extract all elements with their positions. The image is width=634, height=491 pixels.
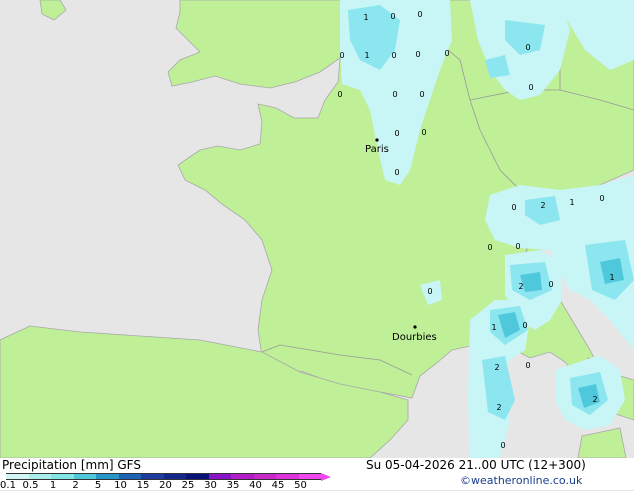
legend-tick-label: 2 — [72, 480, 79, 491]
precip-label: 0 — [391, 51, 396, 60]
legend-swatch — [298, 473, 321, 480]
precip-label: 0 — [522, 321, 527, 330]
legend-arrow — [321, 473, 331, 481]
precip-label: 2 — [540, 201, 545, 210]
map-footer: Precipitation [mm] GFS Su 05-04-2026 21.… — [0, 458, 634, 491]
precip-label: 0 — [599, 194, 604, 203]
legend-swatch — [96, 473, 119, 480]
legend-tick-label: 25 — [181, 480, 195, 491]
legend-swatch — [73, 473, 96, 480]
precip-label: 0 — [528, 83, 533, 92]
precip-label: 2 — [518, 282, 523, 291]
legend-tick-label: 40 — [249, 480, 262, 491]
legend-swatch — [6, 473, 29, 480]
legend-tick-label: 0.5 — [22, 480, 39, 491]
legend-tick-label: 15 — [136, 480, 150, 491]
legend-swatch — [208, 473, 231, 480]
precip-label: 0 — [394, 129, 399, 138]
precip-label: 1 — [609, 273, 614, 282]
precip-label: 0 — [390, 12, 395, 21]
city-label-dourbies: Dourbies — [392, 332, 437, 343]
legend-tick-label: 0.1 — [0, 480, 16, 491]
copyright-text: ©weatheronline.co.uk — [460, 474, 583, 487]
precip-label: 0 — [419, 90, 424, 99]
precip-label: 0 — [394, 168, 399, 177]
legend-tick-label: 20 — [159, 480, 172, 491]
city-label-paris: Paris — [365, 144, 389, 155]
precip-label: 0 — [444, 49, 449, 58]
precip-label: 0 — [500, 441, 505, 450]
legend-tick-label: 10 — [114, 480, 127, 491]
precip-label: 0 — [525, 361, 530, 370]
precip-label: 0 — [427, 287, 432, 296]
precip-label: 0 — [421, 128, 426, 137]
precip-label: 0 — [339, 51, 344, 60]
precip-label: 1 — [491, 323, 496, 332]
map-title: Precipitation [mm] GFS — [2, 458, 141, 472]
legend-tick-label: 50 — [294, 480, 307, 491]
legend-tick-label: 45 — [271, 480, 285, 491]
precip-label: 0 — [392, 90, 397, 99]
legend-tick-label: 5 — [94, 480, 102, 491]
legend-swatch — [253, 473, 276, 480]
precip-label: 0 — [511, 203, 516, 212]
precip-label: 0 — [525, 43, 530, 52]
precip-label: 2 — [496, 403, 501, 412]
legend-tick-label: 30 — [204, 480, 217, 491]
city-dot-paris — [375, 138, 379, 142]
legend-swatch — [28, 473, 51, 480]
legend-swatch — [231, 473, 254, 480]
precip-label: 0 — [548, 280, 553, 289]
legend-tick-label: 35 — [226, 480, 240, 491]
precip-label: 0 — [415, 50, 420, 59]
legend-swatch — [141, 473, 164, 480]
precip-label: 0 — [417, 10, 422, 19]
city-dot-dourbies — [413, 325, 417, 329]
forecast-datetime: Su 05-04-2026 21..00 UTC (12+300) — [366, 458, 586, 472]
precip-label: 0 — [487, 243, 492, 252]
precip-label: 1 — [364, 51, 369, 60]
legend-tick-label: 1 — [49, 480, 57, 491]
precip-label: 2 — [494, 363, 499, 372]
legend-swatch — [186, 473, 209, 480]
precip-label: 2 — [592, 395, 597, 404]
legend-swatch — [276, 473, 299, 480]
legend-swatch — [118, 473, 141, 480]
precip-label: 1 — [363, 13, 368, 22]
precipitation-map: 1 0 0 1 0 0 0 0 0 0 0 0 0 0 0 0 2 1 0 0 … — [0, 0, 634, 458]
legend-swatch — [51, 473, 74, 480]
precip-label: 0 — [337, 90, 342, 99]
precip-label: 0 — [515, 242, 520, 251]
legend-swatch — [163, 473, 186, 480]
precip-label: 1 — [569, 198, 574, 207]
